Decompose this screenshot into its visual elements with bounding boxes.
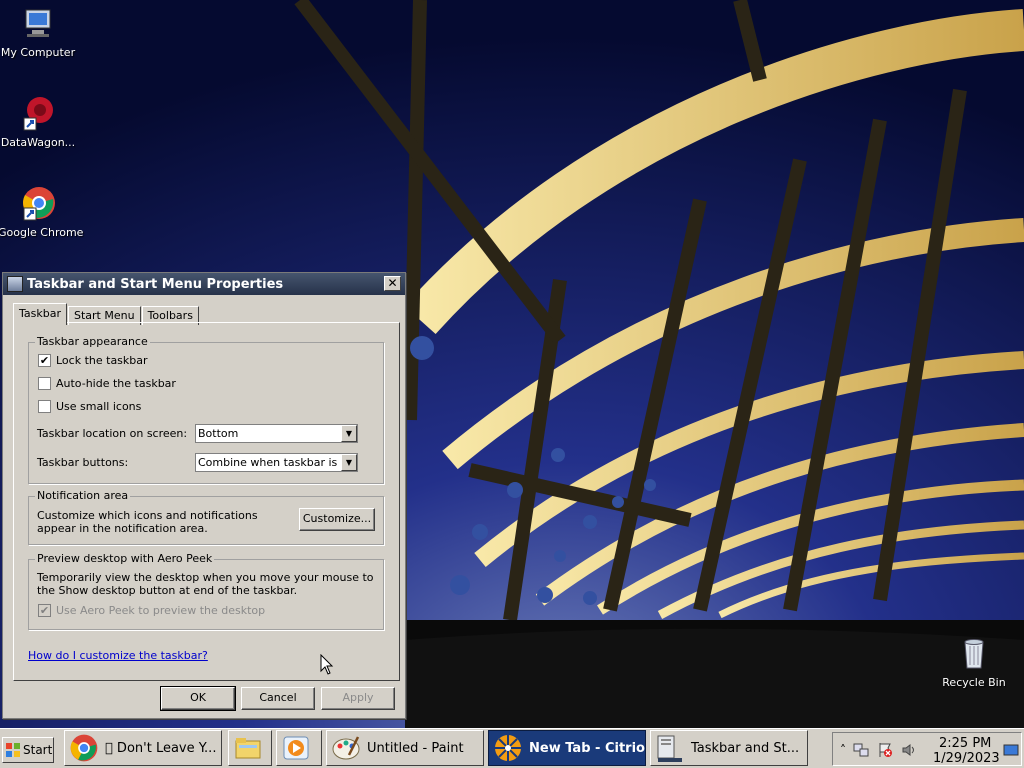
start-label: Start [23, 743, 53, 757]
cancel-button[interactable]: Cancel [241, 687, 315, 710]
chrome-icon [20, 186, 56, 222]
desktop-icon-my-computer[interactable]: My Computer [0, 6, 78, 59]
group-notification-area: Notification area Customize which icons … [28, 489, 384, 545]
taskbar-button-paint[interactable]: Untitled - Paint [326, 730, 484, 766]
auto-hide-checkbox[interactable]: Auto-hide the taskbar [38, 377, 176, 390]
chevron-up-icon[interactable]: ˄ [835, 742, 851, 758]
start-button[interactable]: Start [2, 737, 54, 763]
group-label: Preview desktop with Aero Peek [35, 552, 215, 565]
checkbox-box[interactable] [38, 400, 51, 413]
volume-icon[interactable] [901, 742, 917, 758]
taskbar-button-label: New Tab - Citrio [529, 740, 645, 756]
lock-taskbar-checkbox[interactable]: ✔ Lock the taskbar [38, 354, 148, 367]
taskbar-button-file-explorer[interactable] [228, 730, 272, 766]
checkbox-label: Use small icons [56, 400, 142, 413]
chevron-down-icon[interactable]: ▼ [341, 425, 357, 442]
taskbar-button-label: Untitled - Paint [367, 740, 464, 756]
taskbar-button-chrome[interactable]:   Don't Leave Y... [64, 730, 222, 766]
show-desktop-icon[interactable] [1003, 742, 1019, 758]
buttons-select[interactable]: Combine when taskbar is full ▼ [195, 453, 358, 472]
file-explorer-icon [233, 733, 263, 763]
mouse-cursor-icon [320, 654, 334, 675]
dialog-title: Taskbar and Start Menu Properties [27, 276, 284, 292]
tab-panel-taskbar: Taskbar appearance ✔ Lock the taskbar Au… [13, 322, 400, 681]
chrome-icon [69, 733, 99, 763]
buttons-value: Combine when taskbar is full [198, 456, 341, 469]
taskbar-button-citrio[interactable]: New Tab - Citrio [488, 730, 646, 766]
chevron-down-icon[interactable]: ▼ [341, 454, 357, 471]
checkbox-label: Use Aero Peek to preview the desktop [56, 604, 266, 617]
notification-description: Customize which icons and notifications … [37, 509, 258, 535]
recycle-bin-icon [956, 636, 992, 672]
apply-button: Apply [321, 687, 395, 710]
taskbar-properties-icon [7, 276, 23, 292]
datawagon-icon [20, 96, 56, 132]
desktop-icon-google-chrome[interactable]: Google Chrome [0, 186, 84, 239]
checkbox-box[interactable] [38, 377, 51, 390]
aero-peek-checkbox: ✔ Use Aero Peek to preview the desktop [38, 604, 265, 617]
media-player-icon [281, 733, 311, 763]
desktop-icon-label: Google Chrome [0, 226, 84, 239]
help-link[interactable]: How do I customize the taskbar? [28, 649, 208, 662]
taskbar-button-taskbar-properties[interactable]: Taskbar and St... [650, 730, 808, 766]
group-label: Taskbar appearance [35, 335, 150, 348]
aero-peek-description: Temporarily view the desktop when you mo… [37, 571, 374, 597]
checkbox-label: Auto-hide the taskbar [56, 377, 176, 390]
close-button[interactable]: ✕ [384, 276, 401, 291]
close-icon: ✕ [387, 276, 398, 290]
taskbar-button-media-player[interactable] [276, 730, 322, 766]
paint-icon [331, 733, 361, 763]
citrio-icon [493, 733, 523, 763]
desktop-icon-label: DataWagon... [0, 136, 76, 149]
taskbar: Start   Don't Leave Y... Untitled - Pain… [0, 728, 1024, 768]
desktop-icon-label: My Computer [0, 46, 76, 59]
computer-icon [20, 6, 56, 42]
checkbox-label: Lock the taskbar [56, 354, 148, 367]
desktop-icon-label: Recycle Bin [942, 676, 1006, 689]
network-icon[interactable] [853, 742, 869, 758]
small-icons-checkbox[interactable]: Use small icons [38, 400, 141, 413]
clock-date[interactable]: 1/29/2023 [933, 751, 1000, 766]
ok-button[interactable]: OK [160, 686, 236, 711]
checkbox-box: ✔ [38, 604, 51, 617]
taskbar-button-label: Taskbar and St... [691, 740, 800, 756]
dialog-titlebar[interactable]: Taskbar and Start Menu Properties [3, 273, 405, 295]
location-select[interactable]: Bottom ▼ [195, 424, 358, 443]
group-label: Notification area [35, 489, 131, 502]
windows-logo-icon [6, 743, 20, 757]
tab-taskbar[interactable]: Taskbar [13, 303, 67, 325]
clock-time[interactable]: 2:25 PM [939, 736, 991, 751]
location-label: Taskbar location on screen: [37, 427, 188, 440]
group-aero-peek: Preview desktop with Aero Peek Temporari… [28, 552, 384, 630]
taskbar-properties-icon [655, 733, 685, 763]
system-tray: ˄ 2:25 PM 1/29/2023 [832, 732, 1022, 766]
buttons-label: Taskbar buttons: [37, 456, 129, 469]
customize-button[interactable]: Customize... [299, 508, 375, 531]
action-center-icon[interactable] [877, 742, 893, 758]
checkbox-box[interactable]: ✔ [38, 354, 51, 367]
desktop-icon-datawagon[interactable]: DataWagon... [0, 96, 78, 149]
location-value: Bottom [198, 427, 239, 440]
taskbar-button-label:   Don't Leave Y... [105, 740, 217, 756]
taskbar-properties-dialog: Taskbar and Start Menu Properties ✕ Task… [2, 272, 406, 719]
group-taskbar-appearance: Taskbar appearance ✔ Lock the taskbar Au… [28, 335, 384, 484]
desktop-icon-recycle-bin[interactable]: Recycle Bin [934, 636, 1014, 689]
